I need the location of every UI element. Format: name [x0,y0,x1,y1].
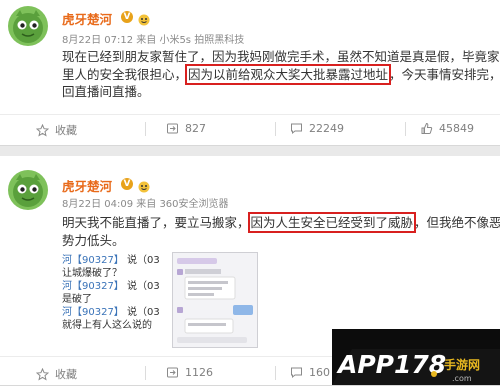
post-meta: 8月22日 07:12 来自 小米5s 拍照黑科技 [62,35,245,46]
vip-badge-icon: V [121,178,133,190]
comment-count: 22249 [309,122,344,135]
post-body: 明天我不能直播了，要立马搬家，因为人生安全已经受到了威胁，但我绝不像恶 势力低头… [62,212,500,249]
favorite-button[interactable]: 收藏 [36,122,77,138]
post-line: 势力低头。 [62,232,125,248]
post-line: 现在已经到朋友家暂住了，因为我妈刚做完手术，虽然不知道是真是假，毕竟家 [62,49,500,64]
vip-badge-icon: V [121,11,133,23]
username[interactable]: 虎牙楚河 [62,9,112,28]
weibo-post-1: 虎牙楚河 V 8月22日 07:12 来自 小米5s 拍照黑科技 现在已经到朋友… [0,0,500,146]
svg-text:APP178: APP178 [336,350,446,379]
post-line: 里人的安全我很担心，因为以前给观众大奖大批暴露过地址，今天事情安排完， [62,63,500,85]
separator [405,122,406,136]
separator [275,366,276,380]
member-emoji-icon [137,178,151,193]
username[interactable]: 虎牙楚河 [62,176,112,195]
divider [0,114,500,115]
chat-line: 让城爆破了？ [62,268,122,279]
highlighted-text: 因为人生安全已经受到了威胁 [247,212,417,233]
avatar[interactable] [8,6,48,46]
highlighted-text: 因为以前给观众大奖大批暴露过地址 [185,63,392,85]
post-body: 现在已经到朋友家暂住了，因为我妈刚做完手术，虽然不知道是真是假，毕竟家 里人的安… [62,48,500,101]
watermark-logo: APP178 手游网 .com [332,329,500,385]
comment-icon [291,123,302,135]
chat-line: 就得上有人这么说的 [62,320,152,331]
separator [145,122,146,136]
chat-image-graphic [173,253,257,347]
like-button[interactable]: 45849 [420,122,474,135]
star-icon [36,367,49,381]
member-emoji-icon [137,11,151,26]
repost-icon [167,123,178,134]
post-line: 回直播间直播。 [62,84,150,99]
avatar-image [8,6,48,46]
separator [145,366,146,380]
comment-count: 160 [309,366,330,379]
favorite-button[interactable]: 收藏 [36,366,77,382]
chat-line: 河【90327】 说（03 [62,281,160,292]
svg-text:.com: .com [452,374,472,383]
post-line: 明天我不能直播了，要立马搬家，因为人生安全已经受到了威胁，但我绝不像恶 [62,212,500,233]
repost-count: 827 [185,122,206,135]
chat-screenshot-text: 河【90327】 说（03 让城爆破了？ 河【90327】 说（03 是破了 河… [62,254,182,332]
app178-watermark: APP178 手游网 .com [332,329,500,385]
comment-icon [291,367,302,379]
chat-line: 河【90327】 说（03 [62,307,160,318]
comment-button[interactable]: 22249 [290,122,344,135]
avatar-image [8,170,48,210]
chat-line: 是破了 [62,294,92,305]
repost-count: 1126 [185,366,213,379]
comment-button[interactable]: 160 [290,366,330,379]
repost-button[interactable]: 1126 [166,366,213,379]
post-meta: 8月22日 04:09 来自 360安全浏览器 [62,199,229,210]
separator [275,122,276,136]
repost-icon [167,367,178,378]
embedded-chat-image[interactable] [172,252,258,348]
star-icon [36,123,49,137]
chat-line: 河【90327】 说（03 [62,255,160,266]
favorite-label: 收藏 [55,368,77,381]
like-count: 45849 [439,122,474,135]
thumbs-up-icon [421,122,433,134]
repost-button[interactable]: 827 [166,122,206,135]
svg-text:手游网: 手游网 [444,357,480,372]
avatar[interactable] [8,170,48,210]
favorite-label: 收藏 [55,124,77,137]
